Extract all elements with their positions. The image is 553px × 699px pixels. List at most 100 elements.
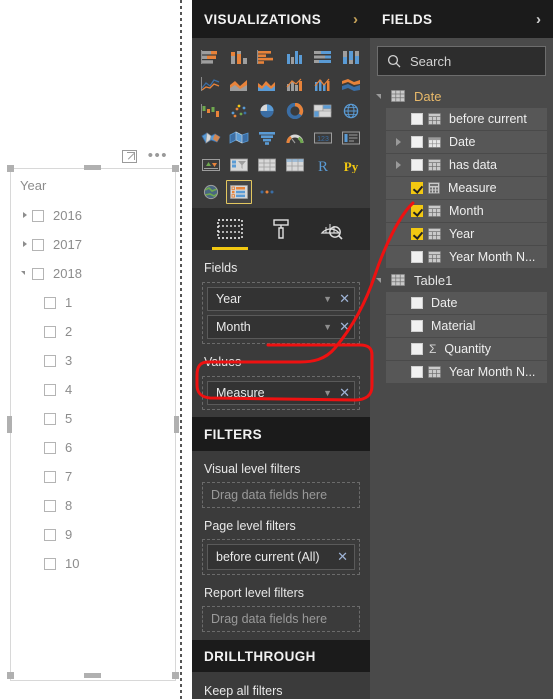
field-checkbox[interactable] — [411, 136, 423, 148]
analytics-tab[interactable] — [314, 214, 350, 244]
field-row[interactable]: Date — [386, 131, 547, 153]
remove-icon[interactable]: ✕ — [337, 550, 348, 563]
visual-pane-subtabs[interactable] — [192, 208, 370, 250]
field-checkbox[interactable] — [411, 320, 423, 332]
slicer-checkbox[interactable] — [44, 325, 56, 338]
slicer-item[interactable]: 2016 — [20, 201, 171, 230]
chevron-down-icon[interactable]: ▼ — [323, 322, 332, 332]
slicer-item[interactable]: 1 — [20, 288, 171, 317]
field-checkbox[interactable] — [411, 251, 423, 263]
visualization-type-gallery[interactable]: 123 R Py — [192, 38, 370, 208]
resize-handle-top-center[interactable] — [84, 165, 101, 170]
fields-table-header[interactable]: Date — [370, 85, 553, 107]
stacked-bar-chart-icon[interactable] — [198, 45, 224, 69]
field-checkbox[interactable] — [411, 205, 423, 217]
kpi-icon[interactable] — [198, 153, 224, 177]
field-row[interactable]: Year Month N... — [386, 361, 547, 383]
stacked-column-chart-icon[interactable] — [226, 45, 252, 69]
field-checkbox[interactable] — [411, 113, 423, 125]
clustered-column-chart-icon[interactable] — [282, 45, 308, 69]
slicer-item[interactable]: 10 — [20, 549, 171, 578]
filter-pill[interactable]: before current (All) ✕ — [207, 544, 355, 570]
field-row[interactable]: Measure — [386, 177, 547, 199]
fields-tab[interactable] — [211, 214, 248, 250]
chevron-right-icon[interactable] — [20, 239, 31, 250]
chevron-right-icon[interactable]: › — [353, 11, 358, 28]
resize-handle-bottom-left[interactable] — [7, 672, 14, 679]
slicer-filter-icon[interactable] — [226, 153, 252, 177]
shape-map-icon[interactable] — [226, 126, 252, 150]
stacked-area-chart-icon[interactable] — [254, 72, 280, 96]
remove-icon[interactable]: ✕ — [339, 386, 350, 399]
resize-handle-middle-left[interactable] — [7, 416, 12, 433]
resize-handle-bottom-center[interactable] — [84, 673, 101, 678]
focus-mode-icon[interactable] — [121, 150, 137, 163]
chevron-down-icon[interactable]: ▼ — [323, 388, 332, 398]
chevron-down-icon[interactable]: ▼ — [323, 294, 332, 304]
slicer-checkbox[interactable] — [44, 470, 56, 483]
field-well-pill[interactable]: Month ▼ ✕ — [207, 315, 355, 339]
slicer-item[interactable]: 8 — [20, 491, 171, 520]
pie-chart-icon[interactable] — [254, 99, 280, 123]
treemap-icon[interactable] — [310, 99, 336, 123]
field-row[interactable]: Year — [386, 223, 547, 245]
remove-icon[interactable]: ✕ — [339, 320, 350, 333]
field-checkbox[interactable] — [411, 366, 423, 378]
funnel-icon[interactable] — [254, 126, 280, 150]
ribbon-chart-icon[interactable] — [338, 72, 364, 96]
more-options-icon[interactable]: ••• — [148, 148, 168, 163]
slicer-checkbox[interactable] — [44, 528, 56, 541]
python-visual-icon[interactable]: Py — [338, 153, 364, 177]
line-chart-icon[interactable] — [198, 72, 224, 96]
resize-handle-middle-right[interactable] — [174, 416, 179, 433]
slicer-item[interactable]: 9 — [20, 520, 171, 549]
line-and-clustered-column-chart-icon[interactable] — [310, 72, 336, 96]
remove-icon[interactable]: ✕ — [339, 292, 350, 305]
slicer-checkbox[interactable] — [44, 499, 56, 512]
scatter-chart-icon[interactable] — [226, 99, 252, 123]
slicer-checkbox[interactable] — [44, 412, 56, 425]
slicer-item[interactable]: 5 — [20, 404, 171, 433]
slicer-checkbox[interactable] — [44, 296, 56, 309]
slicer-icon[interactable] — [226, 180, 252, 204]
slicer-checkbox[interactable] — [32, 209, 44, 222]
search-input[interactable]: Search — [377, 46, 546, 76]
field-checkbox[interactable] — [411, 297, 423, 309]
arcgis-map-icon[interactable] — [198, 180, 224, 204]
slicer-checkbox[interactable] — [44, 383, 56, 396]
field-row[interactable]: has data — [386, 154, 547, 176]
r-script-visual-icon[interactable]: R — [310, 153, 336, 177]
slicer-checkbox[interactable] — [44, 557, 56, 570]
filter-groups[interactable]: Visual level filters Drag data fields her… — [192, 462, 370, 632]
field-row[interactable]: before current — [386, 108, 547, 130]
100-percent-stacked-bar-chart-icon[interactable] — [310, 45, 336, 69]
multi-row-card-icon[interactable] — [338, 126, 364, 150]
gauge-icon[interactable] — [282, 126, 308, 150]
field-checkbox[interactable] — [411, 228, 423, 240]
chevron-down-icon[interactable] — [20, 268, 31, 279]
report-canvas[interactable]: ••• Year 2016 2017 2018 1 2 3 4 5 6 7 8 9 10 — [0, 0, 192, 699]
field-row[interactable]: Month — [386, 200, 547, 222]
field-checkbox[interactable] — [411, 343, 423, 355]
chevron-right-icon[interactable]: › — [536, 11, 541, 28]
resize-handle-top-right[interactable] — [172, 165, 179, 172]
get-more-visuals-icon[interactable] — [254, 180, 280, 204]
slicer-item[interactable]: 2018 — [20, 259, 171, 288]
chevron-down-icon[interactable] — [376, 92, 385, 101]
donut-chart-icon[interactable] — [282, 99, 308, 123]
filter-drop-well[interactable]: Drag data fields here — [202, 482, 360, 508]
slicer-item[interactable]: 3 — [20, 346, 171, 375]
chevron-right-icon[interactable] — [394, 160, 403, 170]
field-checkbox[interactable] — [411, 182, 423, 194]
filled-map-icon[interactable] — [198, 126, 224, 150]
field-row[interactable]: Material — [386, 315, 547, 337]
100-percent-stacked-column-chart-icon[interactable] — [338, 45, 364, 69]
resize-handle-top-left[interactable] — [7, 165, 14, 172]
format-tab[interactable] — [263, 214, 299, 244]
field-checkbox[interactable] — [411, 159, 423, 171]
chevron-right-icon[interactable] — [20, 210, 31, 221]
slicer-checkbox[interactable] — [32, 238, 44, 251]
waterfall-chart-icon[interactable] — [198, 99, 224, 123]
year-slicer-visual[interactable]: Year 2016 2017 2018 1 2 3 4 5 6 7 8 9 10 — [10, 168, 176, 681]
slicer-checkbox[interactable] — [32, 267, 44, 280]
